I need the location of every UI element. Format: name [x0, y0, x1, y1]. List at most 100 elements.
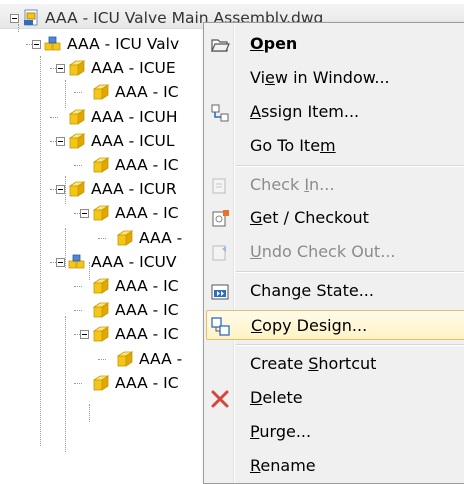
- part-icon: [68, 60, 86, 76]
- copy-design-icon: [211, 317, 231, 337]
- tree-node-label: AAA -: [139, 350, 183, 368]
- part-icon: [92, 278, 110, 294]
- tree-node-label: AAA - ICUE: [91, 59, 176, 77]
- part-icon: [92, 326, 110, 342]
- tree-node-label: AAA - IC: [115, 83, 179, 101]
- get-checkout-icon: [210, 209, 230, 229]
- open-folder-icon: [210, 35, 230, 55]
- tree-line: [65, 80, 66, 108]
- tree-node[interactable]: AAA - ICUE: [56, 56, 176, 80]
- drawing-file-icon: [24, 9, 38, 26]
- menu-item-label: Undo Check Out...: [250, 242, 396, 261]
- tree-node[interactable]: AAA - ICUL: [56, 129, 175, 153]
- menu-separator: [236, 271, 464, 273]
- tree-node[interactable]: AAA - ICUH: [56, 105, 178, 129]
- tree-node[interactable]: AAA - IC: [80, 201, 179, 225]
- tree-node-label: AAA - ICUR: [91, 180, 177, 198]
- collapse-toggle[interactable]: [80, 329, 89, 339]
- collapse-toggle[interactable]: [10, 13, 19, 23]
- context-menu: Open View in Window... Assign Item... Go To…: [203, 22, 464, 484]
- tree-node-label: AAA - IC: [115, 156, 179, 174]
- part-icon: [68, 133, 86, 149]
- change-state-icon: [210, 282, 230, 302]
- menu-item-view-in-window[interactable]: View in Window...: [206, 63, 464, 93]
- tree-node[interactable]: AAA - IC: [80, 322, 179, 346]
- assign-item-icon: [210, 103, 230, 123]
- tree-node-label: AAA -: [139, 229, 183, 247]
- undo-checkout-icon: [210, 243, 230, 263]
- menu-item-label: Get / Checkout: [250, 208, 369, 227]
- menu-item-label: Create Shortcut: [250, 354, 377, 373]
- tree-node[interactable]: AAA -: [104, 226, 182, 250]
- menu-item-check-in: Check In...: [206, 170, 464, 200]
- tree-node[interactable]: AAA - ICUV: [56, 250, 176, 274]
- tree-node-label: AAA - IC: [115, 325, 179, 343]
- part-icon: [116, 230, 134, 246]
- tree-node[interactable]: AAA - IC: [80, 371, 179, 395]
- menu-item-label: Assign Item...: [250, 102, 360, 121]
- tree-node-label: AAA - IC: [115, 301, 179, 319]
- tree-node[interactable]: AAA -: [104, 347, 182, 371]
- menu-item-label: Purge...: [250, 422, 312, 441]
- tree-node-label: AAA - ICUV: [91, 253, 177, 271]
- menu-item-change-state[interactable]: Change State...: [206, 276, 464, 306]
- menu-item-open[interactable]: Open: [206, 29, 464, 59]
- tree-line: [89, 404, 90, 422]
- collapse-toggle[interactable]: [80, 208, 89, 218]
- tree-node-label: AAA - ICUL: [91, 132, 175, 150]
- menu-item-label: Go To Item: [250, 136, 336, 155]
- tree-node-label: AAA - ICUH: [91, 108, 178, 126]
- part-icon: [92, 375, 110, 391]
- collapse-toggle[interactable]: [56, 257, 65, 267]
- part-icon: [116, 351, 134, 367]
- collapse-toggle[interactable]: [32, 39, 41, 49]
- menu-item-label: Change State...: [250, 281, 374, 300]
- menu-item-create-shortcut[interactable]: Create Shortcut: [206, 349, 464, 379]
- menu-separator: [236, 344, 464, 346]
- part-icon: [92, 157, 110, 173]
- menu-item-copy-design[interactable]: Copy Design...: [206, 310, 464, 340]
- part-icon: [92, 205, 110, 221]
- menu-item-go-to-item[interactable]: Go To Item: [206, 131, 464, 161]
- menu-item-undo-check-out: Undo Check Out...: [206, 237, 464, 267]
- tree-node[interactable]: AAA - IC: [80, 153, 179, 177]
- menu-item-label: Copy Design...: [251, 316, 368, 335]
- menu-item-purge[interactable]: Purge...: [206, 417, 464, 447]
- tree-node-label: AAA - IC: [115, 374, 179, 392]
- tree-node[interactable]: AAA - IC: [80, 298, 179, 322]
- menu-item-assign-item[interactable]: Assign Item...: [206, 97, 464, 127]
- tree-node-label: AAA - ICU Valv: [67, 35, 180, 53]
- menu-item-label: Open: [250, 34, 298, 53]
- menu-item-label: View in Window...: [250, 68, 390, 87]
- tree-node[interactable]: AAA - IC: [80, 274, 179, 298]
- assembly-icon: [44, 36, 61, 51]
- menu-item-delete[interactable]: Delete: [206, 383, 464, 413]
- assembly-icon: [68, 254, 85, 269]
- tree-line: [40, 56, 41, 446]
- menu-item-rename[interactable]: Rename: [206, 451, 464, 481]
- part-icon: [92, 302, 110, 318]
- check-in-icon: [210, 176, 230, 196]
- menu-item-label: Delete: [250, 388, 303, 407]
- delete-icon: [210, 389, 230, 409]
- menu-item-label: Check In...: [250, 175, 335, 194]
- part-icon: [68, 109, 86, 125]
- collapse-toggle[interactable]: [56, 63, 65, 73]
- tree-node[interactable]: AAA - ICU Valv: [32, 32, 179, 56]
- collapse-toggle[interactable]: [56, 136, 65, 146]
- tree-node[interactable]: AAA - IC: [80, 80, 179, 104]
- collapse-toggle[interactable]: [56, 184, 65, 194]
- part-icon: [68, 181, 86, 197]
- tree-line: [65, 316, 66, 452]
- part-icon: [92, 84, 110, 100]
- tree-node[interactable]: AAA - ICUR: [56, 177, 177, 201]
- menu-item-get-checkout[interactable]: Get / Checkout: [206, 203, 464, 233]
